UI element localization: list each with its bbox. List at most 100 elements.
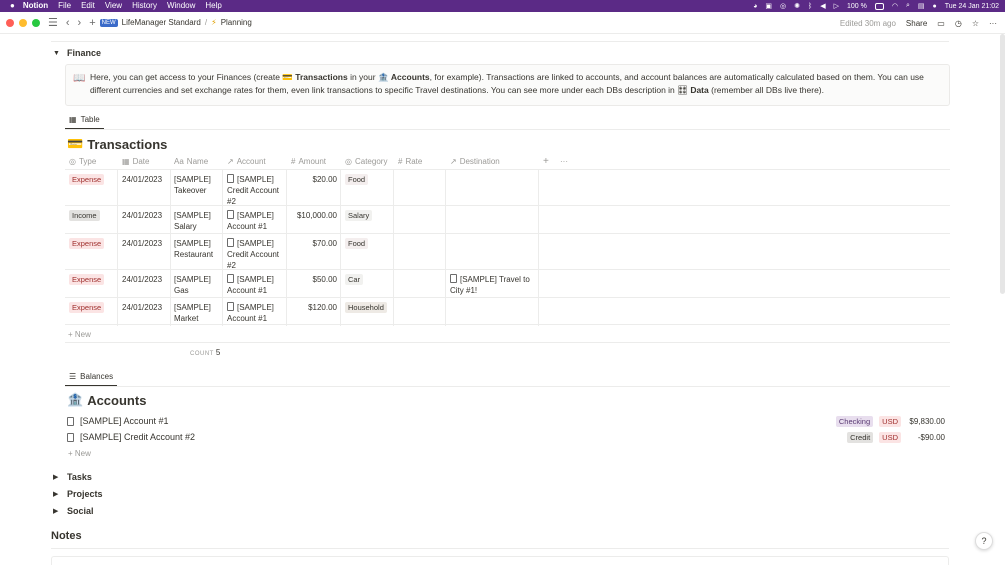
table-row[interactable]: Expense 24/01/2023 [SAMPLE] Gas [SAMPLE] A…: [65, 269, 950, 297]
column-header-amount[interactable]: # Amount: [291, 154, 326, 168]
toggle-closed-triangle-icon[interactable]: ▶: [53, 507, 61, 515]
date-cell[interactable]: 24/01/2023: [122, 274, 162, 285]
list-item[interactable]: [SAMPLE] Account #1 Checking USD $9,830.…: [67, 414, 945, 428]
type-badge-expense[interactable]: Expense: [69, 238, 105, 249]
amount-cell[interactable]: $70.00: [287, 238, 337, 249]
toggle-open-triangle-icon[interactable]: ▼: [53, 50, 61, 57]
type-badge-expense[interactable]: Expense: [69, 274, 105, 285]
forward-arrow-icon[interactable]: ›: [78, 12, 82, 34]
amount-cell[interactable]: $50.00: [287, 274, 337, 285]
name-cell[interactable]: [SAMPLE] Restaurant: [174, 238, 213, 260]
amount-cell[interactable]: $120.00: [287, 302, 337, 313]
amount-cell[interactable]: $10,000.00: [287, 210, 337, 221]
account-cell[interactable]: [SAMPLE] Account #1: [227, 210, 274, 232]
transactions-link[interactable]: Transactions: [295, 72, 347, 82]
back-arrow-icon[interactable]: ‹: [66, 12, 70, 34]
siri-icon[interactable]: ●: [933, 3, 937, 10]
help-button[interactable]: ?: [975, 532, 993, 550]
account-cell[interactable]: [SAMPLE] Account #1: [227, 302, 274, 324]
table-row[interactable]: Expense 24/01/2023 [SAMPLE] Market [SAMPL…: [65, 297, 950, 325]
scrollbar[interactable]: [1000, 34, 1005, 294]
favorite-star-icon[interactable]: ☆: [972, 19, 979, 28]
menu-window[interactable]: Window: [167, 0, 195, 12]
menu-app-name[interactable]: Notion: [23, 0, 48, 12]
more-options-icon[interactable]: ···: [989, 19, 997, 28]
column-header-category[interactable]: ◎ Category: [345, 154, 387, 168]
type-badge-expense[interactable]: Expense: [69, 174, 105, 185]
name-cell[interactable]: [SAMPLE] Takeover: [174, 174, 211, 196]
category-badge-household[interactable]: Household: [345, 302, 387, 313]
notes-block[interactable]: [51, 556, 949, 565]
account-cell[interactable]: [SAMPLE] Credit Account #2: [227, 174, 279, 207]
comments-icon[interactable]: ▭: [937, 19, 945, 28]
breadcrumb-page[interactable]: Planning: [221, 18, 252, 27]
bluetooth-icon[interactable]: ᛒ: [808, 3, 812, 10]
history-clock-icon[interactable]: ◷: [955, 19, 962, 28]
tab-balances-view[interactable]: ☰ Balances: [69, 372, 113, 381]
table-row[interactable]: Income 24/01/2023 [SAMPLE] Salary [SAMPLE…: [65, 205, 950, 233]
count-footer[interactable]: COUNT 5: [190, 348, 220, 357]
social-toggle[interactable]: ▶ Social: [53, 506, 94, 516]
menu-file[interactable]: File: [58, 0, 71, 12]
new-page-plus-icon[interactable]: +: [89, 12, 95, 34]
category-badge-food[interactable]: Food: [345, 238, 369, 249]
projects-toggle[interactable]: ▶ Projects: [53, 489, 103, 499]
sync-icon[interactable]: ◎: [780, 2, 786, 10]
sidebar-toggle-icon[interactable]: ☰: [48, 12, 58, 34]
list-item[interactable]: [SAMPLE] Credit Account #2 Credit USD -$…: [67, 430, 945, 444]
category-badge-car[interactable]: Car: [345, 274, 364, 285]
tab-table-view[interactable]: ▦ Table: [69, 115, 100, 124]
name-cell[interactable]: [SAMPLE] Gas: [174, 274, 211, 296]
date-cell[interactable]: 24/01/2023: [122, 210, 162, 221]
tasks-toggle[interactable]: ▶ Tasks: [53, 472, 92, 482]
column-header-rate[interactable]: # Rate: [398, 154, 422, 168]
battery-icon[interactable]: [874, 2, 884, 10]
cat-icon[interactable]: ◕: [753, 3, 757, 10]
type-badge-expense[interactable]: Expense: [69, 302, 105, 313]
date-cell[interactable]: 24/01/2023: [122, 174, 162, 185]
gear-icon[interactable]: ✺: [794, 2, 800, 10]
volume-icon[interactable]: ◀: [820, 2, 825, 10]
toggle-closed-triangle-icon[interactable]: ▶: [53, 490, 61, 498]
date-cell[interactable]: 24/01/2023: [122, 238, 162, 249]
transactions-db-title[interactable]: 💳 Transactions: [67, 136, 167, 152]
column-header-account[interactable]: ↗ Account: [227, 154, 266, 168]
category-badge-salary[interactable]: Salary: [345, 210, 373, 221]
name-cell[interactable]: [SAMPLE] Salary: [174, 210, 211, 232]
type-badge-income[interactable]: Income: [69, 210, 100, 221]
menu-view[interactable]: View: [105, 0, 122, 12]
square-app-icon[interactable]: ▣: [765, 2, 772, 10]
wifi-icon[interactable]: ◠: [892, 2, 898, 10]
clock[interactable]: Tue 24 Jan 21:02: [945, 3, 999, 10]
control-center-icon[interactable]: ▤: [918, 2, 925, 10]
date-cell[interactable]: 24/01/2023: [122, 302, 162, 313]
accounts-db-title[interactable]: 🏦 Accounts: [67, 392, 146, 408]
play-icon[interactable]: ▷: [834, 2, 839, 10]
menu-help[interactable]: Help: [205, 0, 221, 12]
apple-icon[interactable]: ●: [10, 0, 15, 12]
more-properties-icon[interactable]: ···: [560, 154, 568, 168]
new-transaction-button[interactable]: + New: [68, 330, 91, 339]
add-property-icon[interactable]: +: [543, 154, 549, 168]
category-badge-food[interactable]: Food: [345, 174, 369, 185]
breadcrumb-workspace[interactable]: LifeManager Standard: [122, 18, 201, 27]
menu-history[interactable]: History: [132, 0, 157, 12]
minimize-window-button[interactable]: [19, 18, 27, 27]
account-cell[interactable]: [SAMPLE] Credit Account #2: [227, 238, 279, 271]
spotlight-search-icon[interactable]: ⌕: [906, 2, 910, 10]
name-cell[interactable]: [SAMPLE] Market: [174, 302, 211, 324]
account-cell[interactable]: [SAMPLE] Account #1: [227, 274, 274, 296]
column-header-date[interactable]: ▦ Date: [122, 154, 149, 168]
new-account-button[interactable]: + New: [68, 449, 91, 458]
amount-cell[interactable]: $20.00: [287, 174, 337, 185]
table-row[interactable]: Expense 24/01/2023 [SAMPLE] Takeover [SAM…: [65, 169, 950, 207]
destination-cell[interactable]: [SAMPLE] Travel to City #1!: [450, 274, 530, 296]
close-window-button[interactable]: [6, 18, 14, 27]
share-button[interactable]: Share: [906, 19, 927, 28]
column-header-type[interactable]: ◎ Type: [69, 154, 96, 168]
toggle-closed-triangle-icon[interactable]: ▶: [53, 473, 61, 481]
finance-toggle[interactable]: ▼ Finance: [53, 48, 101, 58]
zoom-window-button[interactable]: [32, 18, 40, 27]
column-header-destination[interactable]: ↗ Destination: [450, 154, 500, 168]
menu-edit[interactable]: Edit: [81, 0, 95, 12]
